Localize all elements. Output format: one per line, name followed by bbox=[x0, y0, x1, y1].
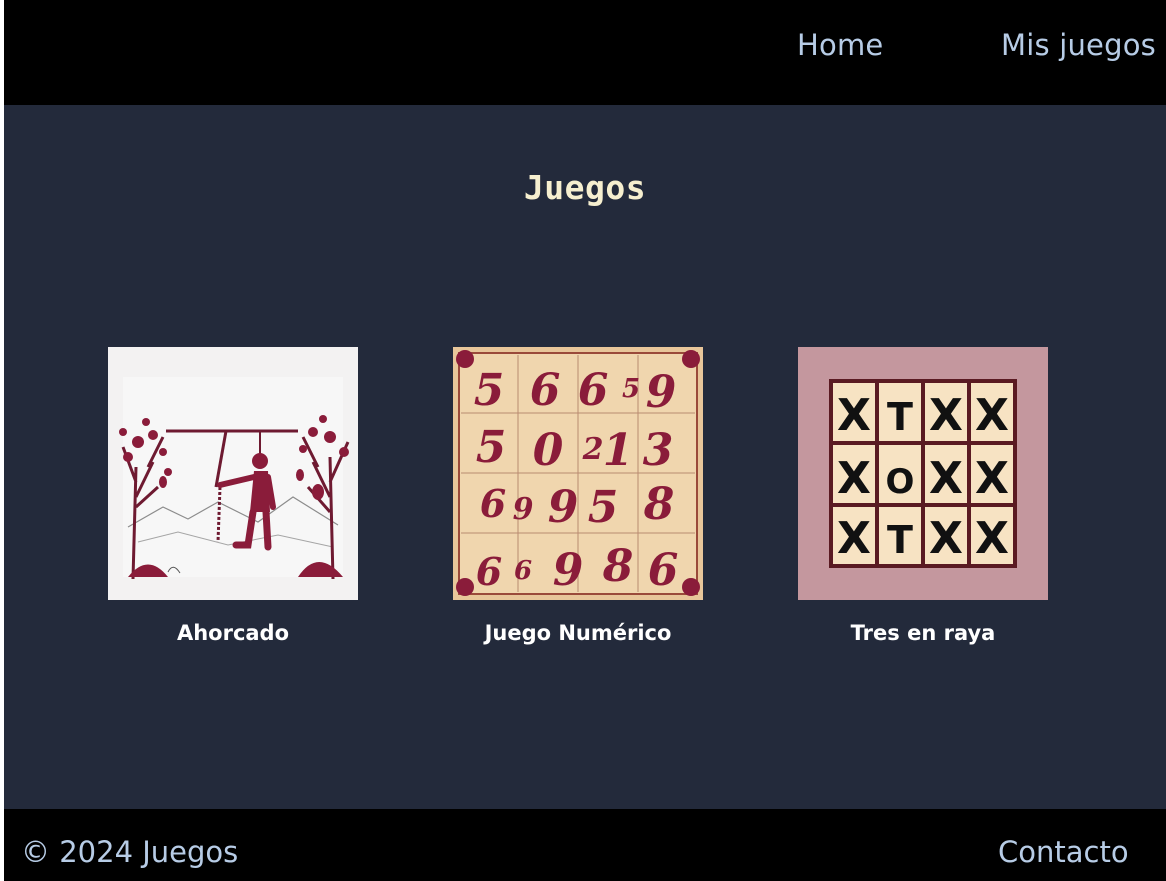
game-card-juego-numerico[interactable]: 5 6 6 5 9 5 0 2 1 3 6 9 9 5 8 6 6 9 8 6 bbox=[453, 347, 703, 645]
svg-text:6: 6 bbox=[578, 365, 609, 416]
svg-text:X: X bbox=[837, 513, 871, 564]
page-title: Juegos bbox=[523, 168, 647, 207]
svg-text:6: 6 bbox=[530, 365, 561, 416]
game-label-juego-numerico[interactable]: Juego Numérico bbox=[453, 621, 703, 645]
nav-link-mis-juegos[interactable]: Mis juegos bbox=[1001, 28, 1156, 62]
svg-text:9: 9 bbox=[553, 545, 584, 596]
hangman-image[interactable] bbox=[108, 347, 358, 600]
svg-text:T: T bbox=[887, 518, 913, 562]
svg-text:9: 9 bbox=[548, 482, 579, 533]
svg-text:X: X bbox=[975, 453, 1009, 504]
svg-text:X: X bbox=[837, 453, 871, 504]
svg-text:6: 6 bbox=[514, 556, 532, 586]
svg-text:5: 5 bbox=[588, 482, 619, 533]
game-card-tres-en-raya[interactable]: X T X X X O X X X T X X Tres en raya bbox=[798, 347, 1048, 645]
svg-text:5: 5 bbox=[474, 365, 505, 416]
svg-text:X: X bbox=[975, 390, 1009, 441]
svg-text:6: 6 bbox=[480, 481, 506, 526]
svg-text:1: 1 bbox=[603, 425, 634, 476]
svg-text:0: 0 bbox=[533, 425, 564, 476]
svg-text:8: 8 bbox=[643, 479, 675, 530]
tic-tac-toe-image[interactable]: X T X X X O X X X T X X bbox=[798, 347, 1048, 600]
svg-text:T: T bbox=[887, 395, 913, 439]
contact-link[interactable]: Contacto bbox=[998, 835, 1129, 869]
svg-text:6: 6 bbox=[476, 549, 502, 594]
svg-text:2: 2 bbox=[582, 432, 604, 467]
svg-text:O: O bbox=[886, 462, 915, 502]
svg-text:9: 9 bbox=[513, 492, 534, 527]
game-card-ahorcado[interactable]: Ahorcado bbox=[108, 347, 358, 645]
svg-text:6: 6 bbox=[648, 545, 679, 596]
footer-bar: © 2024 Juegos Contacto bbox=[4, 809, 1166, 881]
top-nav-bar: Home Mis juegos bbox=[4, 0, 1166, 105]
number-game-image[interactable]: 5 6 6 5 9 5 0 2 1 3 6 9 9 5 8 6 6 9 8 6 bbox=[453, 347, 703, 600]
svg-text:X: X bbox=[929, 513, 963, 564]
svg-text:X: X bbox=[975, 513, 1009, 564]
svg-text:X: X bbox=[929, 453, 963, 504]
svg-text:8: 8 bbox=[602, 541, 634, 592]
svg-text:X: X bbox=[929, 390, 963, 441]
page: Home Mis juegos Juegos Ahorcado 5 6 6 5 … bbox=[4, 0, 1166, 881]
svg-text:X: X bbox=[837, 390, 871, 441]
svg-text:5: 5 bbox=[622, 374, 640, 404]
svg-text:5: 5 bbox=[476, 422, 507, 473]
copyright-text: © 2024 Juegos bbox=[21, 835, 239, 869]
game-label-ahorcado[interactable]: Ahorcado bbox=[108, 621, 358, 645]
game-label-tres-en-raya[interactable]: Tres en raya bbox=[798, 621, 1048, 645]
svg-text:9: 9 bbox=[646, 367, 677, 418]
nav-link-home[interactable]: Home bbox=[797, 28, 883, 62]
svg-text:3: 3 bbox=[643, 425, 674, 476]
